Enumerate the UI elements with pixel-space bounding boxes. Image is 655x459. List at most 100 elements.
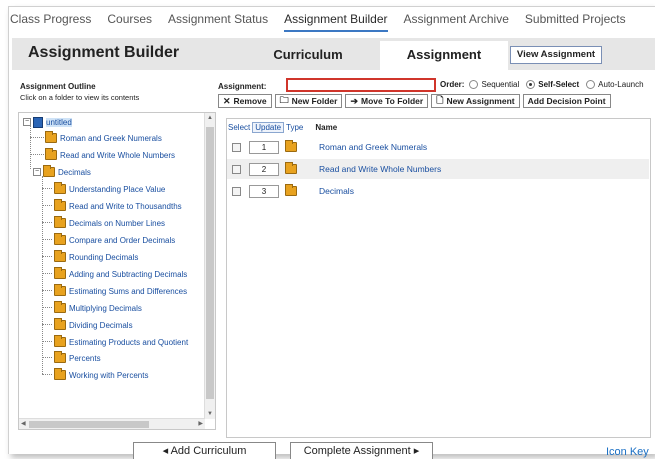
nav-courses[interactable]: Courses: [107, 8, 152, 30]
tree-item-label: Read and Write to Thousandths: [69, 201, 182, 211]
tree-item[interactable]: Read and Write Whole Numbers: [45, 148, 175, 162]
type-column-header[interactable]: Type: [286, 123, 303, 132]
folder-icon: [54, 335, 66, 347]
tree-item-label: Compare and Order Decimals: [69, 235, 176, 245]
nav-assignment-status[interactable]: Assignment Status: [168, 8, 268, 30]
folder-icon: [54, 368, 66, 380]
row-name-link[interactable]: Roman and Greek Numerals: [319, 142, 427, 152]
folder-icon: [54, 199, 66, 211]
move-to-folder-button-label: Move To Folder: [361, 96, 424, 106]
move-to-folder-button[interactable]: ➔ Move To Folder: [345, 94, 429, 108]
nav-submitted-projects[interactable]: Submitted Projects: [525, 8, 626, 30]
book-icon: [33, 116, 43, 128]
tree-item-decimals[interactable]: − Decimals: [33, 165, 91, 179]
grid-row[interactable]: 2 Read and Write Whole Numbers: [227, 159, 649, 179]
collapse-icon[interactable]: −: [33, 168, 41, 176]
order-sequential-radio[interactable]: [469, 80, 479, 89]
row-order-input[interactable]: 3: [249, 184, 279, 198]
scroll-up-icon[interactable]: ▲: [207, 115, 213, 121]
tree-item[interactable]: Estimating Sums and Differences: [54, 284, 187, 298]
nav-assignment-builder[interactable]: Assignment Builder: [284, 8, 388, 32]
tree-connector: [30, 137, 44, 138]
tree-item[interactable]: Understanding Place Value: [54, 182, 165, 196]
grid-row[interactable]: 1 Roman and Greek Numerals: [227, 137, 649, 157]
icon-key-link[interactable]: Icon Key: [606, 446, 649, 458]
tree-item[interactable]: Estimating Products and Quotient: [54, 335, 188, 349]
tree-item-label: Estimating Products and Quotient: [69, 337, 189, 347]
folder-icon: [45, 148, 57, 160]
scrollbar-thumb[interactable]: [206, 127, 214, 399]
tree-item[interactable]: Rounding Decimals: [54, 250, 138, 264]
assignment-name-input[interactable]: [286, 78, 436, 92]
folder-icon: [45, 131, 57, 143]
tree-connector: [42, 188, 52, 189]
tree-item[interactable]: Percents: [54, 351, 101, 365]
tree-item[interactable]: Compare and Order Decimals: [54, 233, 175, 247]
row-select-checkbox[interactable]: [232, 186, 241, 196]
new-folder-button-label: New Folder: [291, 96, 338, 106]
row-select-checkbox[interactable]: [232, 142, 241, 152]
tree-root-label: untitled: [46, 117, 72, 127]
tab-assignment[interactable]: Assignment: [380, 41, 508, 70]
tree-item[interactable]: Decimals on Number Lines: [54, 216, 165, 230]
remove-button[interactable]: ✕ Remove: [218, 94, 272, 108]
page-header: Assignment Builder Curriculum Assignment…: [12, 38, 655, 70]
scrollbar-thumb[interactable]: [29, 421, 149, 428]
tree-item-label: Decimals: [58, 167, 91, 177]
nav-assignment-archive[interactable]: Assignment Archive: [404, 8, 509, 30]
assignment-name-label: Assignment:: [218, 82, 267, 91]
tree-item-label: Decimals on Number Lines: [69, 218, 166, 228]
grid-row[interactable]: 3 Decimals: [227, 181, 649, 201]
tree-item-label: Rounding Decimals: [69, 252, 139, 262]
tree-connector: [42, 374, 52, 375]
new-folder-button[interactable]: 🗀 New Folder: [274, 94, 343, 108]
tab-curriculum[interactable]: Curriculum: [248, 41, 368, 70]
folder-outline-icon: 🗀: [279, 95, 289, 105]
tree-item[interactable]: Multiplying Decimals: [54, 301, 142, 315]
collapse-icon[interactable]: −: [23, 118, 31, 126]
tree-connector: [42, 324, 52, 325]
row-name-link[interactable]: Read and Write Whole Numbers: [319, 164, 441, 174]
scroll-right-icon[interactable]: ▶: [198, 420, 203, 427]
folder-icon: [54, 233, 66, 245]
order-self-select-radio[interactable]: [526, 80, 536, 89]
tree-item-label: Adding and Subtracting Decimals: [69, 269, 188, 279]
tree-item[interactable]: Read and Write to Thousandths: [54, 199, 182, 213]
tree-item-label: Roman and Greek Numerals: [60, 133, 162, 143]
order-group: Order: Sequential Self-Select Auto-Launc…: [440, 80, 648, 89]
scroll-left-icon[interactable]: ◀: [21, 420, 26, 427]
new-assignment-button-label: New Assignment: [446, 96, 515, 106]
row-name-link[interactable]: Decimals: [319, 186, 354, 196]
tree-connector: [42, 290, 52, 291]
row-order-input[interactable]: 2: [249, 162, 279, 176]
row-select-checkbox[interactable]: [232, 164, 241, 174]
tree-item[interactable]: Working with Percents: [54, 368, 148, 382]
tree-item[interactable]: Adding and Subtracting Decimals: [54, 267, 187, 281]
tree-root[interactable]: − untitled: [23, 115, 72, 129]
tree-item-label: Dividing Decimals: [69, 320, 133, 330]
nav-class-progress[interactable]: Class Progress: [10, 8, 91, 30]
tree-horizontal-scrollbar[interactable]: ◀ ▶: [19, 418, 205, 429]
folder-icon: [285, 184, 297, 196]
tree-vertical-scrollbar[interactable]: ▲ ▼: [204, 113, 215, 419]
tree-item-label: Percents: [69, 353, 101, 363]
add-curriculum-button[interactable]: ◂ Add Curriculum: [133, 442, 276, 459]
scroll-down-icon[interactable]: ▼: [207, 411, 213, 417]
update-button[interactable]: Update: [252, 121, 285, 133]
order-auto-launch-radio[interactable]: [586, 80, 596, 89]
add-decision-point-button[interactable]: Add Decision Point: [522, 94, 611, 108]
tree-item-label: Understanding Place Value: [69, 184, 166, 194]
tree-item-label: Working with Percents: [69, 370, 149, 380]
row-order-input[interactable]: 1: [249, 140, 279, 154]
tree-item[interactable]: Dividing Decimals: [54, 318, 133, 332]
top-nav: Class Progress Courses Assignment Status…: [10, 8, 642, 32]
order-sequential-label: Sequential: [481, 80, 520, 89]
view-assignment-button[interactable]: View Assignment: [510, 46, 602, 64]
new-assignment-button[interactable]: 🗋 New Assignment: [431, 94, 520, 108]
folder-icon: [43, 165, 55, 177]
tree-connector: [30, 125, 31, 169]
select-column-header[interactable]: Select: [228, 123, 250, 132]
complete-assignment-button[interactable]: Complete Assignment ▸: [290, 442, 433, 459]
tree-item[interactable]: Roman and Greek Numerals: [45, 131, 162, 145]
grid-header: Select Update Type Name: [227, 121, 337, 133]
